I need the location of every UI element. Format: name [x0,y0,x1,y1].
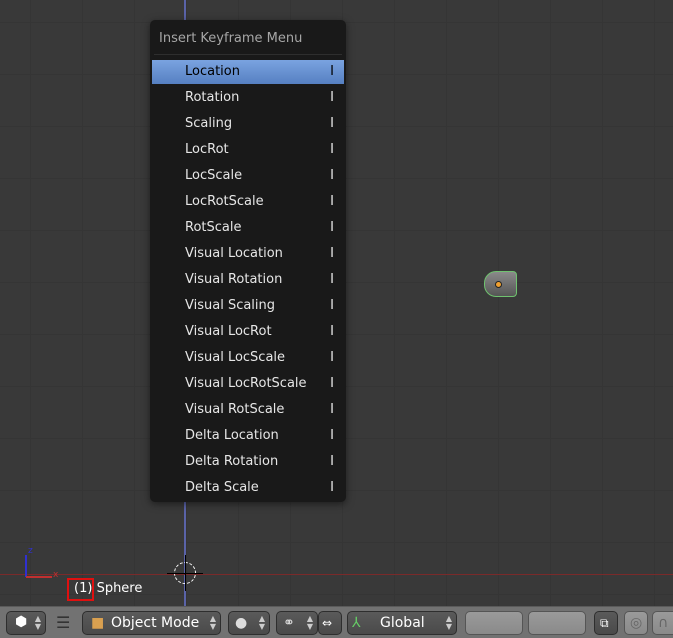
menu-item-shortcut: I [330,142,334,157]
3d-cursor[interactable] [167,555,203,591]
axes-icon: ⅄ [352,615,361,631]
menu-item-shortcut: I [330,454,334,469]
layers-grid-1[interactable] [465,611,523,635]
updown-icon: ▲ ▼ [445,614,452,631]
link-icon: ⧉ [600,616,609,630]
menu-title: Insert Keyframe Menu [159,31,303,46]
viewport-header: ⬢ ▲ ▼ ☰ ■ Object Mode ▲ ▼ ● ▲ ▼ ⚭ ▲ ▼ ⇔ ⅄ Global ▲ ▼… [0,606,673,638]
menu-item-label: Location [185,64,240,79]
menu-item-shortcut: I [330,116,334,131]
x-axis-line [0,574,673,575]
menu-item-label: LocRotScale [185,194,264,209]
menu-separator [154,54,342,55]
menu-item-visual-locscale[interactable]: Visual LocScale I [152,346,344,370]
menu-item-shortcut: I [330,402,334,417]
menu-item-shortcut: I [330,220,334,235]
menu-item-delta-rotation[interactable]: Delta Rotation I [152,450,344,474]
updown-icon: ▲ ▼ [306,614,313,631]
menu-item-label: Visual LocScale [185,350,286,365]
menu-item-shortcut: I [330,246,334,261]
menu-item-visual-locrotscale[interactable]: Visual LocRotScale I [152,372,344,396]
menu-item-visual-locrot[interactable]: Visual LocRot I [152,320,344,344]
insert-keyframe-menu: Insert Keyframe Menu Location I Rotation I S… [150,20,346,502]
menu-toggle-icon[interactable]: ☰ [56,613,70,632]
menu-item-label: Visual Scaling [185,298,276,313]
updown-icon: ▲ ▼ [34,614,41,631]
menu-item-shortcut: I [330,376,334,391]
cube-icon: ⬢ [15,614,28,630]
mode-dropdown[interactable]: ■ Object Mode ▲ ▼ [82,611,221,635]
menu-item-location[interactable]: Location I [152,60,344,84]
menu-item-rotation[interactable]: Rotation I [152,86,344,110]
menu-item-shortcut: I [330,298,334,313]
menu-item-label: RotScale [185,220,242,235]
menu-item-shortcut: I [330,64,334,79]
manipulator-toggle[interactable]: ⇔ [318,611,342,635]
updown-icon: ▲ ▼ [258,614,265,631]
solid-sphere-icon: ● [235,615,248,631]
menu-item-locscale[interactable]: LocScale I [152,164,344,188]
menu-item-label: Delta Location [185,428,279,443]
menu-item-shortcut: I [330,194,334,209]
menu-item-shortcut: I [330,324,334,339]
menu-item-shortcut: I [330,168,334,183]
menu-item-shortcut: I [330,90,334,105]
menu-item-label: Visual LocRot [185,324,272,339]
manipulator-icon: ⇔ [322,616,333,630]
layers-grid-2[interactable] [528,611,586,635]
menu-item-label: Visual LocRotScale [185,376,307,391]
menu-item-label: Visual Location [185,246,283,261]
mode-label: Object Mode [111,615,200,631]
menu-item-visual-location[interactable]: Visual Location I [152,242,344,266]
menu-item-label: LocScale [185,168,243,183]
axis-gizmo-icon: z x [25,546,59,580]
menu-item-locrot[interactable]: LocRot I [152,138,344,162]
menu-item-shortcut: I [330,272,334,287]
menu-item-delta-scale[interactable]: Delta Scale I [152,476,344,500]
menu-item-label: Scaling [185,116,233,131]
menu-item-visual-scaling[interactable]: Visual Scaling I [152,294,344,318]
menu-item-label: LocRot [185,142,229,157]
menu-item-delta-location[interactable]: Delta Location I [152,424,344,448]
menu-item-label: Delta Rotation [185,454,279,469]
z-label: z [28,546,33,556]
x-label: x [53,570,59,580]
object-name: Sphere [96,581,143,596]
shading-dropdown[interactable]: ● ▲ ▼ [228,611,270,635]
magnet-icon: ∩ [658,615,669,631]
editor-type-button[interactable]: ⬢ ▲ ▼ [6,611,46,635]
menu-item-visual-rotscale[interactable]: Visual RotScale I [152,398,344,422]
proportional-edit-button[interactable]: ◎ [624,611,648,635]
menu-item-locrotscale[interactable]: LocRotScale I [152,190,344,214]
menu-item-label: Visual Rotation [185,272,283,287]
menu-item-visual-rotation[interactable]: Visual Rotation I [152,268,344,292]
object-origin [495,281,502,288]
menu-item-label: Visual RotScale [185,402,285,417]
sphere-object[interactable] [484,271,517,297]
updown-icon: ▲ ▼ [209,614,216,631]
menu-item-scaling[interactable]: Scaling I [152,112,344,136]
highlight-box [67,578,94,601]
menu-item-shortcut: I [330,428,334,443]
orientation-dropdown[interactable]: ⅄ Global ▲ ▼ [347,611,457,635]
pivot-icon: ⚭ [283,615,295,631]
menu-item-rotscale[interactable]: RotScale I [152,216,344,240]
orientation-label: Global [380,615,425,631]
object-mode-icon: ■ [91,615,105,631]
circle-icon: ◎ [630,615,643,631]
pivot-dropdown[interactable]: ⚭ ▲ ▼ [276,611,318,635]
lock-camera-button[interactable]: ⧉ [594,611,618,635]
menu-item-label: Rotation [185,90,240,105]
menu-item-shortcut: I [330,480,334,495]
menu-item-label: Delta Scale [185,480,259,495]
menu-item-shortcut: I [330,350,334,365]
snap-button[interactable]: ∩ [652,611,673,635]
